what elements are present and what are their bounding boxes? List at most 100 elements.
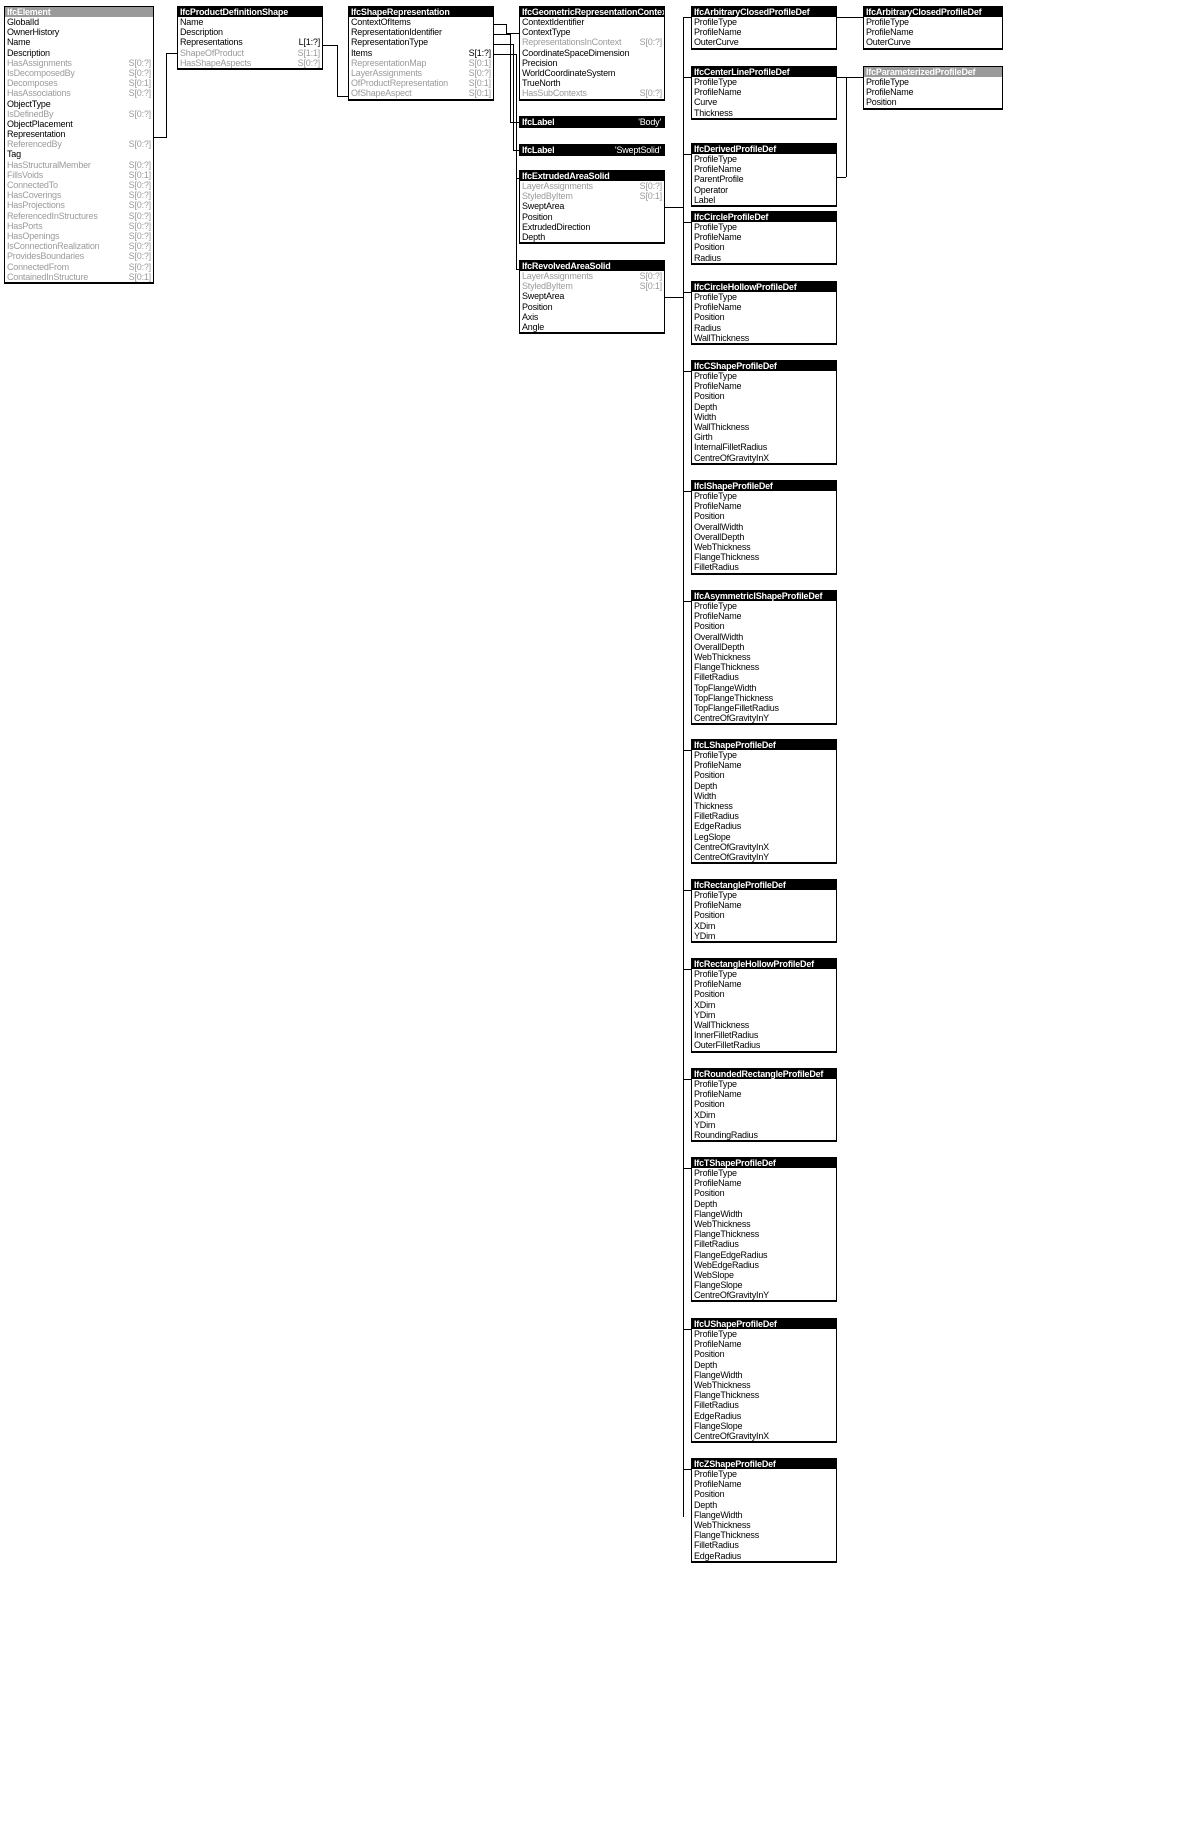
connector-repid-h2 [510, 122, 519, 123]
entity-box-ifc-shape-representation[interactable]: IfcShapeRepresentation ContextOfItems Repr… [348, 6, 494, 101]
attribute-cardinality: S[0:?] [297, 57, 321, 68]
attribute-row: Position [692, 1099, 836, 1109]
attribute-row: Name [5, 37, 153, 47]
attribute-row: CentreOfGravityInY [692, 1290, 836, 1302]
entity-box-ifc-c-shape-profile-def[interactable]: IfcCShapeProfileDef ProfileType ProfileNam… [691, 360, 837, 465]
entity-box-ifc-rounded-rectangle-profile-def[interactable]: IfcRoundedRectangleProfileDef ProfileType… [691, 1068, 837, 1143]
connector-repid-h1 [494, 34, 510, 35]
attribute-row: Position [520, 212, 664, 222]
entity-box-ifc-arbitrary-closed-profile-def[interactable]: IfcArbitraryClosedProfileDef ProfileType P… [691, 6, 837, 50]
attribute-label: ProfileType [694, 222, 737, 232]
attribute-row: ContextIdentifier [520, 17, 664, 27]
branch-c-shape [683, 371, 691, 372]
entity-box-ifc-revolved-area-solid[interactable]: IfcRevolvedAreaSolid LayerAssignments S[0:… [519, 260, 665, 335]
attribute-row: WebEdgeRadius [692, 1260, 836, 1270]
attribute-row: WorldCoordinateSystem [520, 68, 664, 78]
branch-z-shape [683, 1469, 691, 1470]
entity-box-ifc-circle-hollow-profile-def[interactable]: IfcCircleHollowProfileDef ProfileType Prof… [691, 281, 837, 345]
entity-title-ifc-c-shape-profile-def: IfcCShapeProfileDef [692, 361, 836, 371]
entity-attribute-list: ProfileType ProfileName OuterCurve [864, 17, 1002, 49]
attribute-row: XDim [692, 921, 836, 931]
entity-box-ifc-arbitrary-closed-profile-def-2[interactable]: IfcArbitraryClosedProfileDef ProfileType P… [863, 6, 1003, 50]
attribute-label: FilletRadius [694, 1540, 739, 1551]
value-box-ifc-label-body[interactable]: IfcLabel 'Body' [519, 116, 665, 128]
attribute-row: GlobalId [5, 17, 153, 27]
attribute-label: WebSlope [694, 1269, 734, 1280]
entity-box-ifc-extruded-area-solid[interactable]: IfcExtrudedAreaSolid LayerAssignments S[0:… [519, 170, 665, 245]
attribute-row: TopFlangeThickness [692, 693, 836, 703]
entity-box-ifc-asymmetric-i-shape-profile-def[interactable]: IfcAsymmetricIShapeProfileDef ProfileType… [691, 590, 837, 726]
attribute-label: EdgeRadius [694, 1410, 742, 1421]
entity-attribute-list: ProfileType ProfileName Position OverallWid… [692, 491, 836, 574]
entity-box-ifc-geometric-representation-context[interactable]: IfcGeometricRepresentationContext Context… [519, 6, 665, 101]
connector-pds-to-shaperep-v [337, 45, 338, 97]
attribute-row: ProfileType [692, 1329, 836, 1339]
entity-box-ifc-rectangle-profile-def[interactable]: IfcRectangleProfileDef ProfileType Profile… [691, 879, 837, 943]
attribute-label: ProfileName [866, 27, 914, 38]
attribute-row: Radius [692, 253, 836, 264]
entity-box-ifc-i-shape-profile-def[interactable]: IfcIShapeProfileDef ProfileType ProfileNam… [691, 480, 837, 575]
attribute-cardinality: S[0:?] [128, 241, 152, 252]
attribute-label: FilletRadius [694, 562, 739, 573]
attribute-cardinality: S[0:?] [128, 220, 152, 231]
entity-box-ifc-circle-profile-def[interactable]: IfcCircleProfileDef ProfileType ProfileNam… [691, 211, 837, 265]
attribute-label: RepresentationMap [351, 57, 427, 68]
entity-box-ifc-parameterized-profile-def[interactable]: IfcParameterizedProfileDef ProfileType Pro… [863, 66, 1003, 110]
attribute-row: Representation [5, 129, 153, 139]
attribute-label: ProfileName [694, 979, 742, 990]
attribute-cardinality: S[1:1] [297, 47, 321, 58]
attribute-row: ProfileType [692, 1469, 836, 1479]
value-box-ifc-label-sweptsolid[interactable]: IfcLabel 'SweptSolid' [519, 144, 665, 156]
value-type-name: IfcLabel [522, 145, 555, 155]
attribute-row: FlangeSlope [692, 1421, 836, 1431]
branch-l-shape [683, 750, 691, 751]
attribute-label: ParentProfile [694, 174, 744, 185]
attribute-row: Width [692, 412, 836, 422]
attribute-row: ProfileType [864, 17, 1002, 27]
entity-box-ifc-derived-profile-def[interactable]: IfcDerivedProfileDef ProfileType ProfileNa… [691, 143, 837, 207]
attribute-row: HasStructuralMember S[0:?] [5, 160, 153, 170]
attribute-label: FlangeThickness [694, 552, 760, 563]
attribute-row: Position [692, 910, 836, 920]
entity-attribute-list: ProfileType ProfileName Position OverallWid… [692, 601, 836, 725]
entity-box-ifc-product-definition-shape[interactable]: IfcProductDefinitionShape Name Description… [177, 6, 323, 70]
attribute-label: ProfileName [694, 87, 742, 98]
attribute-row: Depth [692, 1199, 836, 1209]
entity-box-ifc-l-shape-profile-def[interactable]: IfcLShapeProfileDef ProfileType ProfileNam… [691, 739, 837, 865]
attribute-row: Position [692, 989, 836, 999]
entity-title-ifc-circle-hollow-profile-def: IfcCircleHollowProfileDef [692, 282, 836, 292]
entity-box-ifc-z-shape-profile-def[interactable]: IfcZShapeProfileDef ProfileType ProfileNam… [691, 1458, 837, 1563]
profile-bus-vertical [683, 17, 684, 1517]
attribute-label: ReferencedBy [7, 139, 62, 150]
entity-box-ifc-u-shape-profile-def[interactable]: IfcUShapeProfileDef ProfileType ProfileNam… [691, 1318, 837, 1444]
attribute-row: FlangeWidth [692, 1510, 836, 1520]
connector-reptype-v [513, 44, 514, 150]
attribute-row: Position [692, 1188, 836, 1198]
attribute-row: ProvidesBoundaries S[0:?] [5, 251, 153, 261]
attribute-row: WebSlope [692, 1270, 836, 1280]
attribute-row: Description [178, 27, 322, 37]
attribute-label: Position [694, 391, 725, 402]
attribute-row: EdgeRadius [692, 1551, 836, 1562]
attribute-row: ProfileType [692, 750, 836, 760]
attribute-row: ProfileType [692, 154, 836, 164]
attribute-row: ReferencedBy S[0:?] [5, 139, 153, 149]
attribute-row: ProfileName [692, 302, 836, 312]
entity-box-ifc-t-shape-profile-def[interactable]: IfcTShapeProfileDef ProfileType ProfileNam… [691, 1157, 837, 1303]
entity-box-ifc-element[interactable]: IfcElement GlobalId OwnerHistory Name Descri… [4, 6, 154, 284]
entity-box-ifc-rectangle-hollow-profile-def[interactable]: IfcRectangleHollowProfileDef ProfileType P… [691, 958, 837, 1053]
attribute-row: WebThickness [692, 1219, 836, 1229]
attribute-row: ProfileName [692, 760, 836, 770]
attribute-cardinality: S[0:?] [128, 139, 152, 150]
attribute-row: YDim [692, 1120, 836, 1130]
attribute-label: Position [694, 242, 725, 253]
attribute-label: HasAssignments [7, 57, 72, 68]
attribute-label: ProfileType [694, 371, 737, 381]
entity-box-ifc-center-line-profile-def[interactable]: IfcCenterLineProfileDef ProfileType Profil… [691, 66, 837, 120]
entity-attribute-list: GlobalId OwnerHistory Name Description HasAs… [5, 17, 153, 283]
attribute-label: IsDefinedBy [7, 108, 54, 119]
attribute-row: FlangeSlope [692, 1280, 836, 1290]
attribute-row: Description [5, 48, 153, 58]
connector-shaperep-context-h1 [494, 24, 506, 25]
attribute-label: ProfileType [694, 601, 737, 611]
